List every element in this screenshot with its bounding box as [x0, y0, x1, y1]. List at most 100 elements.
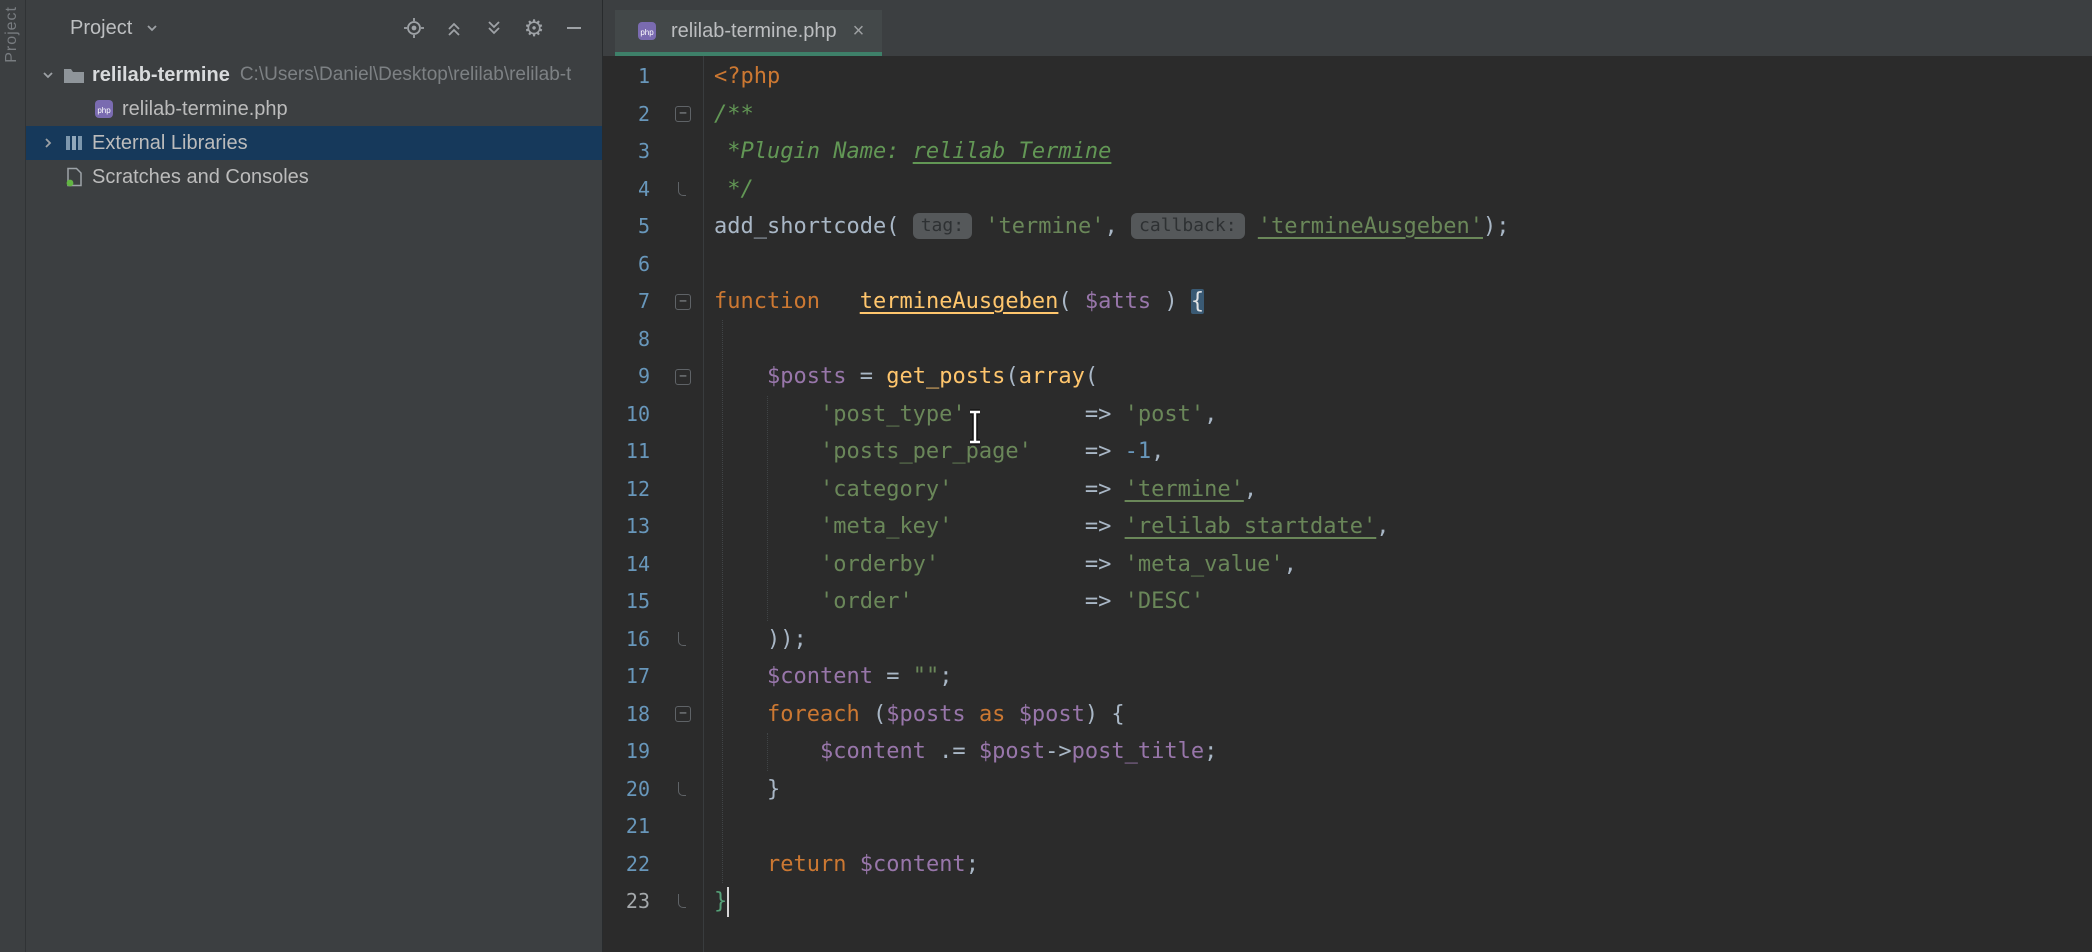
- gutter-line-17[interactable]: 17: [603, 658, 703, 696]
- code-line-11[interactable]: 'posts_per_page' => -1,: [704, 433, 2092, 471]
- line-number[interactable]: 11: [626, 439, 650, 463]
- gutter-line-4[interactable]: 4: [603, 171, 703, 209]
- gutter-line-20[interactable]: 20: [603, 771, 703, 809]
- editor-area[interactable]: 12−34567−89−101112131415161718−192021222…: [603, 56, 2092, 952]
- gutter-line-13[interactable]: 13: [603, 508, 703, 546]
- code-line-5[interactable]: add_shortcode( tag: 'termine', callback:…: [704, 208, 2092, 246]
- code-line-1[interactable]: <?php: [704, 58, 2092, 96]
- gutter-line-9[interactable]: 9−: [603, 358, 703, 396]
- code-token: =>: [1032, 439, 1125, 464]
- code-line-13[interactable]: 'meta_key' => 'relilab_startdate',: [704, 508, 2092, 546]
- fold-start-icon[interactable]: −: [675, 706, 691, 722]
- code-line-16[interactable]: ));: [704, 621, 2092, 659]
- gutter-line-10[interactable]: 10: [603, 396, 703, 434]
- code-line-14[interactable]: 'orderby' => 'meta_value',: [704, 546, 2092, 584]
- gutter-line-16[interactable]: 16: [603, 621, 703, 659]
- gutter-line-15[interactable]: 15: [603, 583, 703, 621]
- code-line-9[interactable]: $posts = get_posts(array(: [704, 358, 2092, 396]
- code-line-21[interactable]: [704, 808, 2092, 846]
- code-line-3[interactable]: *Plugin Name: relilab Termine: [704, 133, 2092, 171]
- tree-item-relilab-termine[interactable]: relilab-termineC:\Users\Daniel\Desktop\r…: [26, 58, 602, 92]
- fold-end-icon[interactable]: [678, 894, 686, 908]
- line-number[interactable]: 21: [626, 814, 650, 838]
- fold-end-icon[interactable]: [678, 182, 686, 196]
- line-number[interactable]: 2: [638, 102, 650, 126]
- gutter-line-21[interactable]: 21: [603, 808, 703, 846]
- line-number[interactable]: 6: [638, 252, 650, 276]
- collapse-all-icon[interactable]: [442, 16, 466, 40]
- chevron-down-icon[interactable]: [36, 67, 60, 83]
- code-line-19[interactable]: $content .= $post->post_title;: [704, 733, 2092, 771]
- line-number[interactable]: 1: [638, 64, 650, 88]
- code-token: =: [873, 664, 913, 689]
- code-token: (: [1005, 364, 1018, 389]
- code-line-10[interactable]: 'post_type' => 'post',: [704, 396, 2092, 434]
- chevron-right-icon[interactable]: [36, 135, 60, 151]
- code-line-18[interactable]: foreach ($posts as $post) {: [704, 696, 2092, 734]
- locate-icon[interactable]: [402, 16, 426, 40]
- gutter-line-8[interactable]: 8: [603, 321, 703, 359]
- code-line-17[interactable]: $content = "";: [704, 658, 2092, 696]
- code-line-8[interactable]: [704, 321, 2092, 359]
- tree-item-external-libraries[interactable]: External Libraries: [26, 126, 602, 160]
- hide-panel-icon[interactable]: [562, 16, 586, 40]
- close-icon[interactable]: ×: [853, 20, 865, 43]
- project-stripe-label[interactable]: Project: [3, 6, 21, 63]
- code-line-20[interactable]: }: [704, 771, 2092, 809]
- gutter-line-14[interactable]: 14: [603, 546, 703, 584]
- line-number[interactable]: 7: [638, 289, 650, 313]
- line-number[interactable]: 15: [626, 589, 650, 613]
- code-area[interactable]: <?php/** *Plugin Name: relilab Termine *…: [704, 56, 2092, 952]
- line-number[interactable]: 14: [626, 552, 650, 576]
- code-line-22[interactable]: return $content;: [704, 846, 2092, 884]
- fold-end-icon[interactable]: [678, 632, 686, 646]
- project-panel-title[interactable]: Project: [70, 16, 164, 40]
- gutter-line-5[interactable]: 5: [603, 208, 703, 246]
- gutter-line-11[interactable]: 11: [603, 433, 703, 471]
- gutter-line-12[interactable]: 12: [603, 471, 703, 509]
- gutter-line-22[interactable]: 22: [603, 846, 703, 884]
- gutter-line-6[interactable]: 6: [603, 246, 703, 284]
- code-line-15[interactable]: 'order' => 'DESC': [704, 583, 2092, 621]
- line-number[interactable]: 18: [626, 702, 650, 726]
- gutter-line-19[interactable]: 19: [603, 733, 703, 771]
- gutter-line-7[interactable]: 7−: [603, 283, 703, 321]
- gutter-line-18[interactable]: 18 −: [603, 696, 703, 734]
- fold-start-icon[interactable]: −: [675, 106, 691, 122]
- line-number[interactable]: 5: [638, 214, 650, 238]
- tab-relilab-termine-php[interactable]: php relilab-termine.php ×: [615, 10, 882, 56]
- code-line-23[interactable]: }: [704, 883, 2092, 921]
- line-number[interactable]: 17: [626, 664, 650, 688]
- line-number[interactable]: 8: [638, 327, 650, 351]
- gutter-line-1[interactable]: 1: [603, 58, 703, 96]
- line-number[interactable]: 19: [626, 739, 650, 763]
- settings-gear-icon[interactable]: ⚙: [522, 16, 546, 40]
- line-number[interactable]: 16: [626, 627, 650, 651]
- code-token: (: [1085, 364, 1098, 389]
- line-number[interactable]: 13: [626, 514, 650, 538]
- tree-item-relilab-termine-php[interactable]: phprelilab-termine.php: [26, 92, 602, 126]
- gutter-line-23[interactable]: 23: [603, 883, 703, 921]
- code-line-7[interactable]: function termineAusgeben( $atts ) {: [704, 283, 2092, 321]
- fold-end-icon[interactable]: [678, 782, 686, 796]
- gutter-line-3[interactable]: 3: [603, 133, 703, 171]
- line-number[interactable]: 23: [626, 889, 650, 913]
- line-number[interactable]: 9: [638, 364, 650, 388]
- line-number[interactable]: 22: [626, 852, 650, 876]
- line-number[interactable]: 4: [638, 177, 650, 201]
- code-line-4[interactable]: */: [704, 171, 2092, 209]
- fold-start-icon[interactable]: −: [675, 294, 691, 310]
- code-line-6[interactable]: [704, 246, 2092, 284]
- line-number[interactable]: 20: [626, 777, 650, 801]
- fold-start-icon[interactable]: −: [675, 369, 691, 385]
- line-number[interactable]: 10: [626, 402, 650, 426]
- line-number[interactable]: 3: [638, 139, 650, 163]
- code-line-2[interactable]: /**: [704, 96, 2092, 134]
- code-token: $posts: [767, 364, 846, 389]
- tree-item-scratches-and-consoles[interactable]: Scratches and Consoles: [26, 160, 602, 194]
- expand-all-icon[interactable]: [482, 16, 506, 40]
- gutter-line-2[interactable]: 2−: [603, 96, 703, 134]
- tool-window-stripe[interactable]: Project: [0, 0, 26, 952]
- line-number[interactable]: 12: [626, 477, 650, 501]
- code-line-12[interactable]: 'category' => 'termine',: [704, 471, 2092, 509]
